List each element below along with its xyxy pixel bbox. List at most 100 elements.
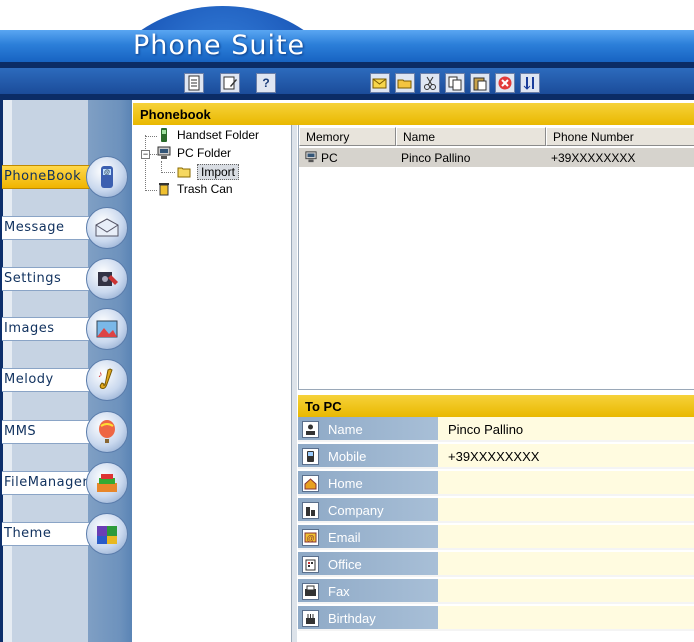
tree-item-label: Import: [197, 164, 240, 180]
title-banner: Phone Suite: [0, 0, 694, 100]
open-folder-button[interactable]: [395, 73, 415, 93]
paste-button[interactable]: [470, 73, 490, 93]
sort-icon: [523, 77, 534, 90]
column-header-memory[interactable]: Memory: [299, 127, 396, 146]
field-label: Fax: [328, 584, 350, 599]
nav-item-melody[interactable]: Melody ♪: [2, 359, 128, 401]
nav-label: MMS: [4, 424, 37, 439]
column-header-name[interactable]: Name: [396, 127, 546, 146]
copy-button[interactable]: [445, 73, 465, 93]
tree-item-label: Trash Can: [177, 182, 233, 196]
folder-tree: − Handset Folder PC Folder Import Trash …: [133, 125, 297, 642]
nav-item-phonebook[interactable]: PhoneBook @: [2, 156, 128, 198]
field-fax: Fax: [298, 579, 694, 604]
birthday-icon: [302, 610, 319, 627]
toolbar-right-group: [370, 73, 540, 93]
field-mobile: Mobile +39XXXXXXXX: [298, 444, 694, 469]
cell-phone-number: +39XXXXXXXX: [551, 151, 636, 165]
phonebook-header: Phonebook: [133, 103, 694, 125]
trash-icon: [159, 183, 169, 196]
nav-label: FileManager: [4, 475, 89, 490]
office-icon: [302, 556, 319, 573]
saxophone-icon: ♪: [86, 359, 128, 401]
nav-item-theme[interactable]: Theme: [2, 513, 128, 555]
tree-item-label: PC Folder: [177, 146, 232, 160]
delete-icon: [498, 76, 512, 90]
edit-document-button[interactable]: [220, 73, 240, 93]
sort-button[interactable]: [520, 73, 540, 93]
tree-item-handset-folder[interactable]: Handset Folder: [157, 128, 259, 142]
svg-text:♪: ♪: [98, 369, 103, 379]
new-document-icon: [188, 75, 200, 91]
tree-item-import[interactable]: Import: [177, 164, 240, 180]
field-value[interactable]: +39XXXXXXXX: [438, 444, 694, 469]
help-button[interactable]: ?: [256, 73, 276, 93]
field-home: Home: [298, 471, 694, 496]
theme-blocks-icon: [86, 513, 128, 555]
field-value[interactable]: Pinco Pallino: [438, 417, 694, 442]
field-value[interactable]: [438, 552, 694, 577]
field-value[interactable]: [438, 498, 694, 523]
pc-folder-expander[interactable]: −: [141, 150, 150, 159]
open-folder-icon: [397, 79, 412, 89]
column-header-phone-number[interactable]: Phone Number: [546, 127, 694, 146]
fax-icon: [302, 583, 319, 600]
toolbar-strip: [0, 62, 694, 100]
field-office: Office: [298, 552, 694, 577]
copy-icon: [448, 76, 462, 91]
help-icon: ?: [262, 76, 270, 90]
delete-button[interactable]: [495, 73, 515, 93]
field-label: Birthday: [328, 611, 376, 626]
field-value[interactable]: [438, 525, 694, 550]
company-icon: [302, 502, 319, 519]
home-icon: [302, 475, 319, 492]
cut-button[interactable]: [420, 73, 440, 93]
nav-item-mms[interactable]: MMS: [2, 411, 128, 453]
cut-icon: [424, 76, 436, 90]
svg-text:@: @: [306, 534, 314, 543]
field-name: Name Pinco Pallino: [298, 417, 694, 442]
list-header: Memory Name Phone Number: [299, 127, 694, 146]
tree-item-pc-folder[interactable]: PC Folder: [157, 146, 231, 160]
to-pc-header: To PC: [298, 395, 694, 417]
field-birthday: Birthday: [298, 606, 694, 631]
field-label: Office: [328, 557, 362, 572]
new-mail-icon: [372, 78, 387, 89]
sidebar: PhoneBook @ Message Settings Images Melo…: [0, 100, 132, 642]
nav-item-images[interactable]: Images: [2, 308, 128, 350]
toolbar-left-group: ?: [184, 73, 276, 93]
edit-document-icon: [223, 76, 237, 90]
nav-label: PhoneBook: [4, 169, 82, 184]
svg-text:@: @: [104, 170, 110, 176]
field-value[interactable]: [438, 579, 694, 604]
field-label: Name: [328, 422, 363, 437]
nav-label: Settings: [4, 271, 62, 286]
app-title: Phone Suite: [133, 30, 306, 61]
nav-item-message[interactable]: Message: [2, 207, 128, 249]
title-bar: [0, 30, 694, 62]
envelope-icon: [86, 207, 128, 249]
pc-icon: [157, 146, 171, 159]
paste-icon: [473, 77, 487, 91]
nav-item-settings[interactable]: Settings: [2, 258, 128, 300]
field-value[interactable]: [438, 606, 694, 631]
handset-icon: [161, 128, 167, 142]
new-document-button[interactable]: [184, 73, 204, 93]
mobile-icon: [302, 448, 319, 465]
cell-name: Pinco Pallino: [401, 151, 471, 165]
nav-label: Theme: [4, 526, 52, 541]
new-mail-button[interactable]: [370, 73, 390, 93]
nav-label: Images: [4, 321, 55, 336]
table-row[interactable]: PC Pinco Pallino +39XXXXXXXX: [299, 148, 694, 167]
contact-details: Name Pinco Pallino Mobile +39XXXXXXXX Ho…: [298, 417, 694, 642]
balloon-icon: [86, 411, 128, 453]
field-label: Company: [328, 503, 384, 518]
folder-icon: [177, 167, 191, 178]
cell-memory: PC: [321, 151, 338, 165]
tree-item-trash-can[interactable]: Trash Can: [157, 182, 233, 196]
images-icon: [86, 308, 128, 350]
nav-item-filemanager[interactable]: FileManager: [2, 462, 128, 504]
field-company: Company: [298, 498, 694, 523]
phone-icon: @: [86, 156, 128, 198]
field-value[interactable]: [438, 471, 694, 496]
